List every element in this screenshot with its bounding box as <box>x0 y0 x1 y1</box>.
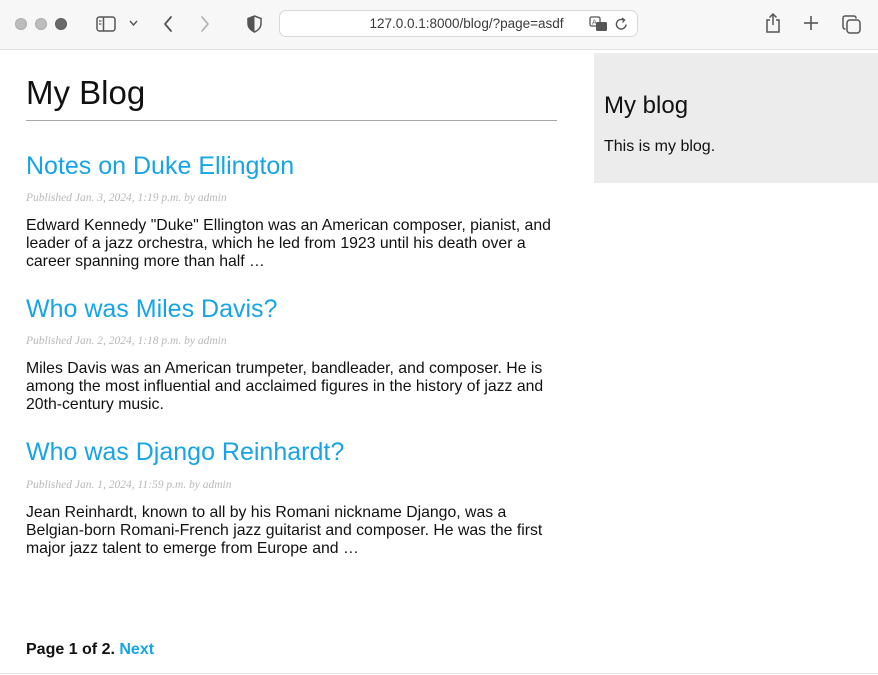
post-excerpt: Miles Davis was an American trumpeter, b… <box>26 360 544 413</box>
post-meta: Published Jan. 2, 2024, 1:18 p.m. by adm… <box>26 335 227 347</box>
post-item: Who was Miles Davis? Published Jan. 2, 2… <box>26 294 557 414</box>
browser-toolbar: 127.0.0.1:8000/blog/?page=asdf A <box>0 0 878 50</box>
zoom-window-button[interactable] <box>55 18 67 30</box>
url-text[interactable]: 127.0.0.1:8000/blog/?page=asdf <box>280 11 637 36</box>
post-meta: Published Jan. 3, 2024, 1:19 p.m. by adm… <box>26 192 227 204</box>
sidebar-title: My blog <box>604 92 689 119</box>
post-title-link[interactable]: Notes on Duke Ellington <box>26 151 557 181</box>
minimize-window-button[interactable] <box>35 18 47 30</box>
reload-icon[interactable] <box>614 16 628 32</box>
page-status: Page 1 of 2. <box>26 641 115 658</box>
close-window-button[interactable] <box>15 18 27 30</box>
post-item: Notes on Duke Ellington Published Jan. 3… <box>26 151 557 271</box>
post-excerpt: Edward Kennedy "Duke" Ellington was an A… <box>26 217 551 270</box>
post-title-link[interactable]: Who was Miles Davis? <box>26 294 557 324</box>
sidebar-text: This is my blog. <box>604 138 716 155</box>
sidebar: My blog This is my blog. <box>594 53 878 183</box>
sidebar-toggle-icon[interactable] <box>95 14 117 34</box>
shield-icon[interactable] <box>245 14 263 34</box>
new-tab-icon[interactable] <box>802 14 820 32</box>
chevron-down-icon[interactable] <box>127 17 139 29</box>
tab-overview-icon[interactable] <box>841 14 861 34</box>
main-content: My Blog Notes on Duke Ellington Publishe… <box>26 50 557 558</box>
post-meta: Published Jan. 1, 2024, 11:59 p.m. by ad… <box>26 479 232 491</box>
next-page-link[interactable]: Next <box>119 641 154 658</box>
pagination: Page 1 of 2. Next <box>26 640 154 660</box>
post-excerpt: Jean Reinhardt, known to all by his Roma… <box>26 504 543 557</box>
back-icon[interactable] <box>160 13 176 35</box>
post-item: Who was Django Reinhardt? Published Jan.… <box>26 437 557 558</box>
address-bar[interactable]: 127.0.0.1:8000/blog/?page=asdf A <box>279 10 638 37</box>
svg-text:A: A <box>592 19 597 27</box>
share-icon[interactable] <box>764 11 782 35</box>
blog-title: My Blog <box>26 50 557 121</box>
bottom-divider <box>0 673 878 674</box>
translate-icon[interactable]: A <box>588 15 608 33</box>
forward-icon[interactable] <box>197 13 213 35</box>
post-title-link[interactable]: Who was Django Reinhardt? <box>26 437 557 467</box>
page-viewport: My Blog Notes on Duke Ellington Publishe… <box>0 50 878 675</box>
